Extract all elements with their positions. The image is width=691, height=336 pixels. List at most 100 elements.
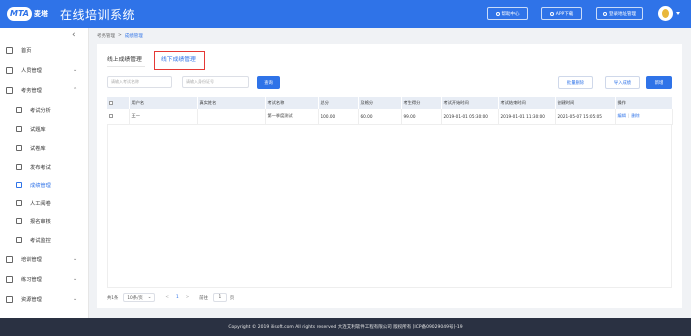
footer: Copyright © 2019 ilisoft.com All rights … [0,318,691,336]
sidebar-item-label: 试卷库 [30,145,46,152]
sidebar-item-resources[interactable]: 资源管理 ⌄ [0,290,89,308]
sidebar-item-registration-audit[interactable]: 报名审核 [0,212,89,230]
sidebar-item-users[interactable]: 人员管理 ⌄ [0,61,89,79]
user-icon [6,66,13,74]
goto-page-input[interactable]: 1 [212,293,227,302]
breadcrumb-parent[interactable]: 考务管理 [97,33,115,39]
cell-actions: 编辑 | 删除 [615,109,673,125]
score-icon [16,182,22,188]
sidebar-item-label: 成绩管理 [30,182,51,189]
sidebar-item-label: 考试监控 [30,237,51,244]
help-center-button[interactable]: 帮助中心 [487,7,528,20]
logo-mark: MTA [7,7,32,21]
sidebar-item-label: 人员管理 [21,67,42,74]
chevron-down-icon[interactable] [676,12,680,15]
chevron-down-icon: ⌄ [73,67,78,73]
sidebar-item-practice[interactable]: 练习管理 ⌄ [0,270,89,288]
breadcrumb-separator: > [118,33,122,38]
location-icon [603,11,607,16]
table-header-row: 用户名 真实姓名 考试名称 总分 及格分 考生得分 考试开始时间 考试结束时间 … [107,97,673,109]
column-header: 考试结束时间 [498,97,556,109]
cell-pass-score: 60.00 [358,109,402,125]
column-header: 考生得分 [401,97,442,109]
chevron-down-icon: ⌄ [73,276,78,282]
table-body-area [107,124,672,288]
breadcrumb: 考务管理 > 成绩管理 [97,33,143,39]
sidebar-item-exam-analysis[interactable]: 考试分析 [0,101,89,119]
import-scores-button[interactable]: 导入成绩 [605,76,640,89]
sidebar-item-publish-exam[interactable]: 发布考试 [0,158,89,176]
home-icon [6,46,13,54]
copyright-text: Copyright © 2019 ilisoft.com All rights … [228,325,463,330]
sidebar-item-label: 考试分析 [30,107,51,114]
sidebar-item-label: 报名审核 [30,218,51,225]
id-number-input[interactable]: 请输入身份证号 [182,76,249,88]
delete-link[interactable]: 删除 [631,113,639,118]
chevron-down-icon: ⌄ [73,296,78,302]
monitor-icon [16,237,22,243]
header-select-all[interactable] [107,97,130,109]
app-title: 在线培训系统 [60,7,136,22]
add-button[interactable]: 新增 [646,76,672,89]
page-unit-label: 页 [229,295,235,301]
publish-icon [16,164,22,170]
top-header: MTA 麦塔 在线培训系统 帮助中心 APP下载 登录地址管理 [0,0,691,28]
cell-real-name [197,109,266,125]
avatar[interactable] [658,6,673,21]
table-row: 王一 第一季度测试 100.00 60.00 99.00 2019-01-01 … [107,109,673,125]
sidebar-item-label: 资源管理 [21,296,42,303]
checkbox[interactable] [109,113,113,118]
sidebar-item-exam-affairs[interactable]: 考务管理 ⌃ [0,81,89,99]
sidebar-item-home[interactable]: 首页 [0,41,89,59]
edit-link[interactable]: 编辑 [618,113,626,118]
cell-exam-name: 第一季度测试 [265,109,319,125]
sidebar-item-training[interactable]: 培训管理 ⌄ [0,250,89,268]
cell-username: 王一 [129,109,198,125]
sidebar-item-label: 发布考试 [30,164,51,171]
sidebar-item-exam-monitor[interactable]: 考试监控 [0,231,89,249]
sidebar-item-label: 培训管理 [21,256,42,263]
batch-delete-button[interactable]: 批量删除 [558,76,593,89]
sidebar-item-label: 考务管理 [21,87,42,94]
sidebar-item-label: 首页 [21,47,32,54]
cell-created-time: 2021-05-07 15:05:05 [555,109,616,125]
page-size-value: 10条/页 [127,295,143,301]
next-page-button[interactable]: > [186,295,190,300]
grading-icon [16,200,22,206]
main-panel: 线上成绩管理 线下成绩管理 请输入考试名称 请输入身份证号 查询 批量删除 导入… [97,44,682,308]
collapse-sidebar-icon[interactable]: ‹ [72,30,76,40]
current-page[interactable]: 1 [176,295,179,300]
page-size-select[interactable]: 10条/页 ⌄ [123,293,156,302]
search-button[interactable]: 查询 [257,76,280,89]
login-address-button[interactable]: 登录地址管理 [596,7,643,20]
cell-total: 100.00 [318,109,359,125]
sidebar-item-label: 人工阅卷 [30,200,51,207]
total-count: 共1条 [107,295,119,301]
sidebar-item-paper-bank[interactable]: 试卷库 [0,139,89,157]
goto-label: 前往 [199,295,208,301]
highlight-box [154,51,205,70]
logo-text: 麦塔 [34,10,48,18]
sidebar-item-score-management[interactable]: 成绩管理 [0,176,89,194]
prev-page-button[interactable]: < [165,295,169,300]
cell-start-time: 2019-01-01 05:30:00 [441,109,499,125]
tab-online-scores[interactable]: 线上成绩管理 [107,54,142,63]
paper-bank-icon [16,145,22,151]
practice-icon [6,275,13,283]
cell-score: 99.00 [401,109,442,125]
action-separator: | [627,113,630,119]
breadcrumb-current: 成绩管理 [124,34,143,39]
sidebar-item-question-bank[interactable]: 试题库 [0,120,89,138]
column-header: 总分 [318,97,359,109]
checkbox[interactable] [109,100,113,105]
sidebar-item-manual-grading[interactable]: 人工阅卷 [0,194,89,212]
app-download-button[interactable]: APP下载 [541,7,582,20]
audit-icon [16,218,22,224]
analysis-icon [16,107,22,113]
sidebar-item-label: 试题库 [30,126,46,133]
row-select[interactable] [107,109,130,125]
logo: MTA 麦塔 [7,7,48,21]
training-icon [6,255,13,263]
exam-name-input[interactable]: 请输入考试名称 [107,76,172,88]
exam-icon [6,86,13,94]
